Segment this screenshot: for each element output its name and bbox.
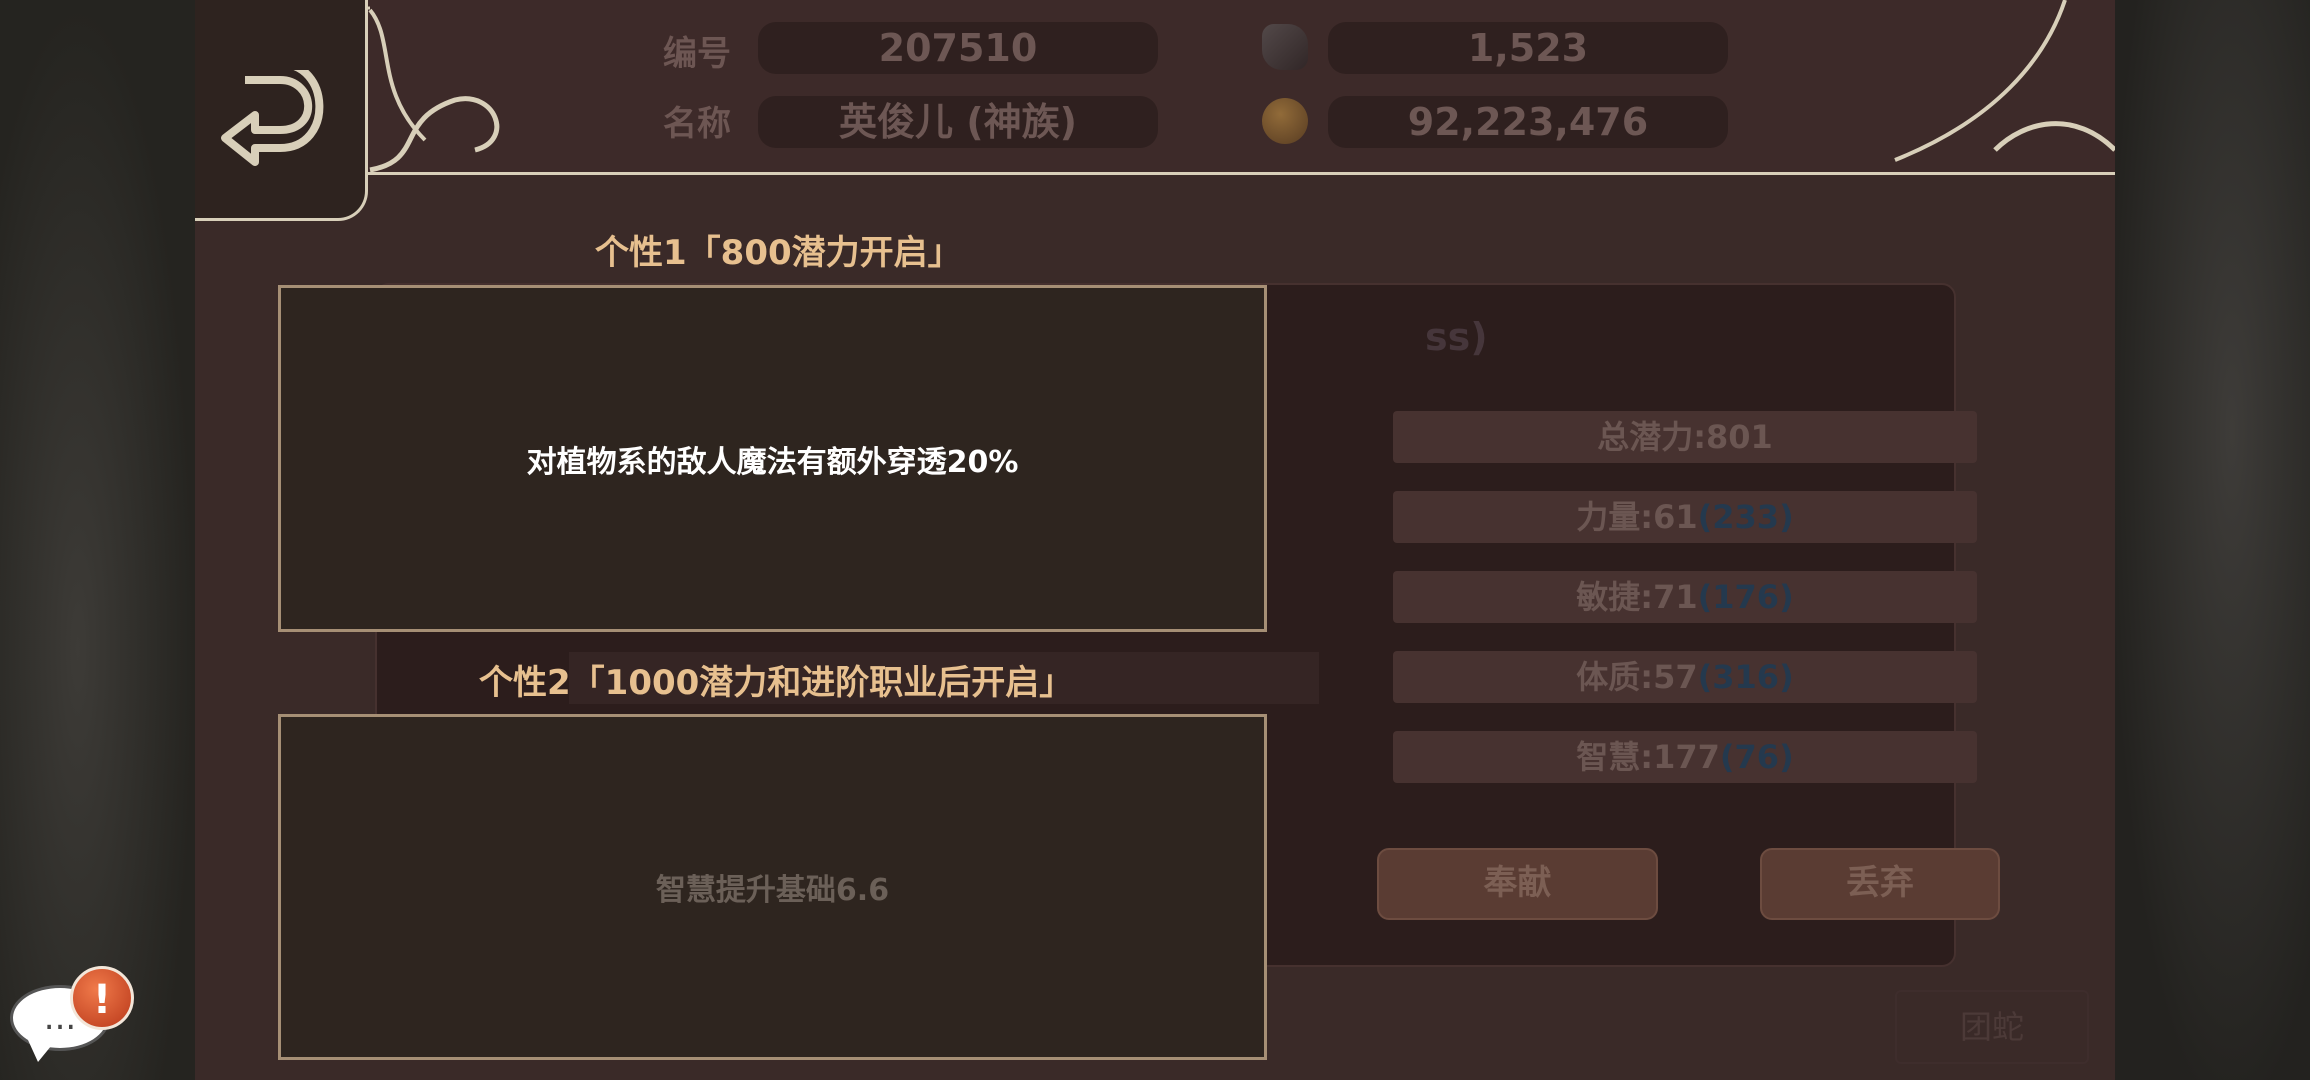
stat-agility: 敏捷:71(176) [1393,571,1977,623]
name-value: 英俊儿 (神族) [758,96,1158,148]
stat-constitution: 体质:57(316) [1393,651,1977,703]
character-screen: 编号 207510 名称 英俊儿 (神族) 1,523 92,223,476 s… [195,0,2115,1080]
id-value: 207510 [758,22,1158,74]
trait2-text: 智慧提升基础6.6 [655,873,890,908]
trait2-box: 智慧提升基础6.6 [278,714,1267,1060]
name-label: 名称 [663,104,731,144]
panel-title-fragment: ss) [1425,315,1488,359]
header-bar: 编号 207510 名称 英俊儿 (神族) 1,523 92,223,476 [195,0,2115,175]
coin-value: 92,223,476 [1328,96,1728,148]
coin-icon [1262,98,1308,144]
alert-badge-icon[interactable]: ! [70,966,134,1030]
stat-wisdom: 智慧:177(76) [1393,731,1977,783]
id-label: 编号 [663,34,731,74]
back-arrow-icon [221,70,324,166]
discard-button[interactable]: 丢弃 [1760,848,2000,920]
background-right [2115,0,2310,1080]
gem-value: 1,523 [1328,22,1728,74]
ornament-frame-icon [195,0,2115,172]
back-button[interactable] [195,0,368,221]
donate-button[interactable]: 奉献 [1377,848,1658,920]
trait1-box: 对植物系的敌人魔法有额外穿透20% [278,285,1267,632]
background-left [0,0,195,1080]
corner-button[interactable]: 团蛇 [1895,990,2089,1064]
trait1-text: 对植物系的敌人魔法有额外穿透20% [526,444,1019,480]
stat-total-potential: 总潜力:801 [1393,411,1977,463]
gem-icon [1262,24,1308,70]
trait1-title: 个性1「800潜力开启」 [595,233,962,273]
trait2-title: 个性2「1000潜力和进阶职业后开启」 [479,663,1074,703]
stat-strength: 力量:61(233) [1393,491,1977,543]
chat-bubble-tail [28,1040,56,1062]
